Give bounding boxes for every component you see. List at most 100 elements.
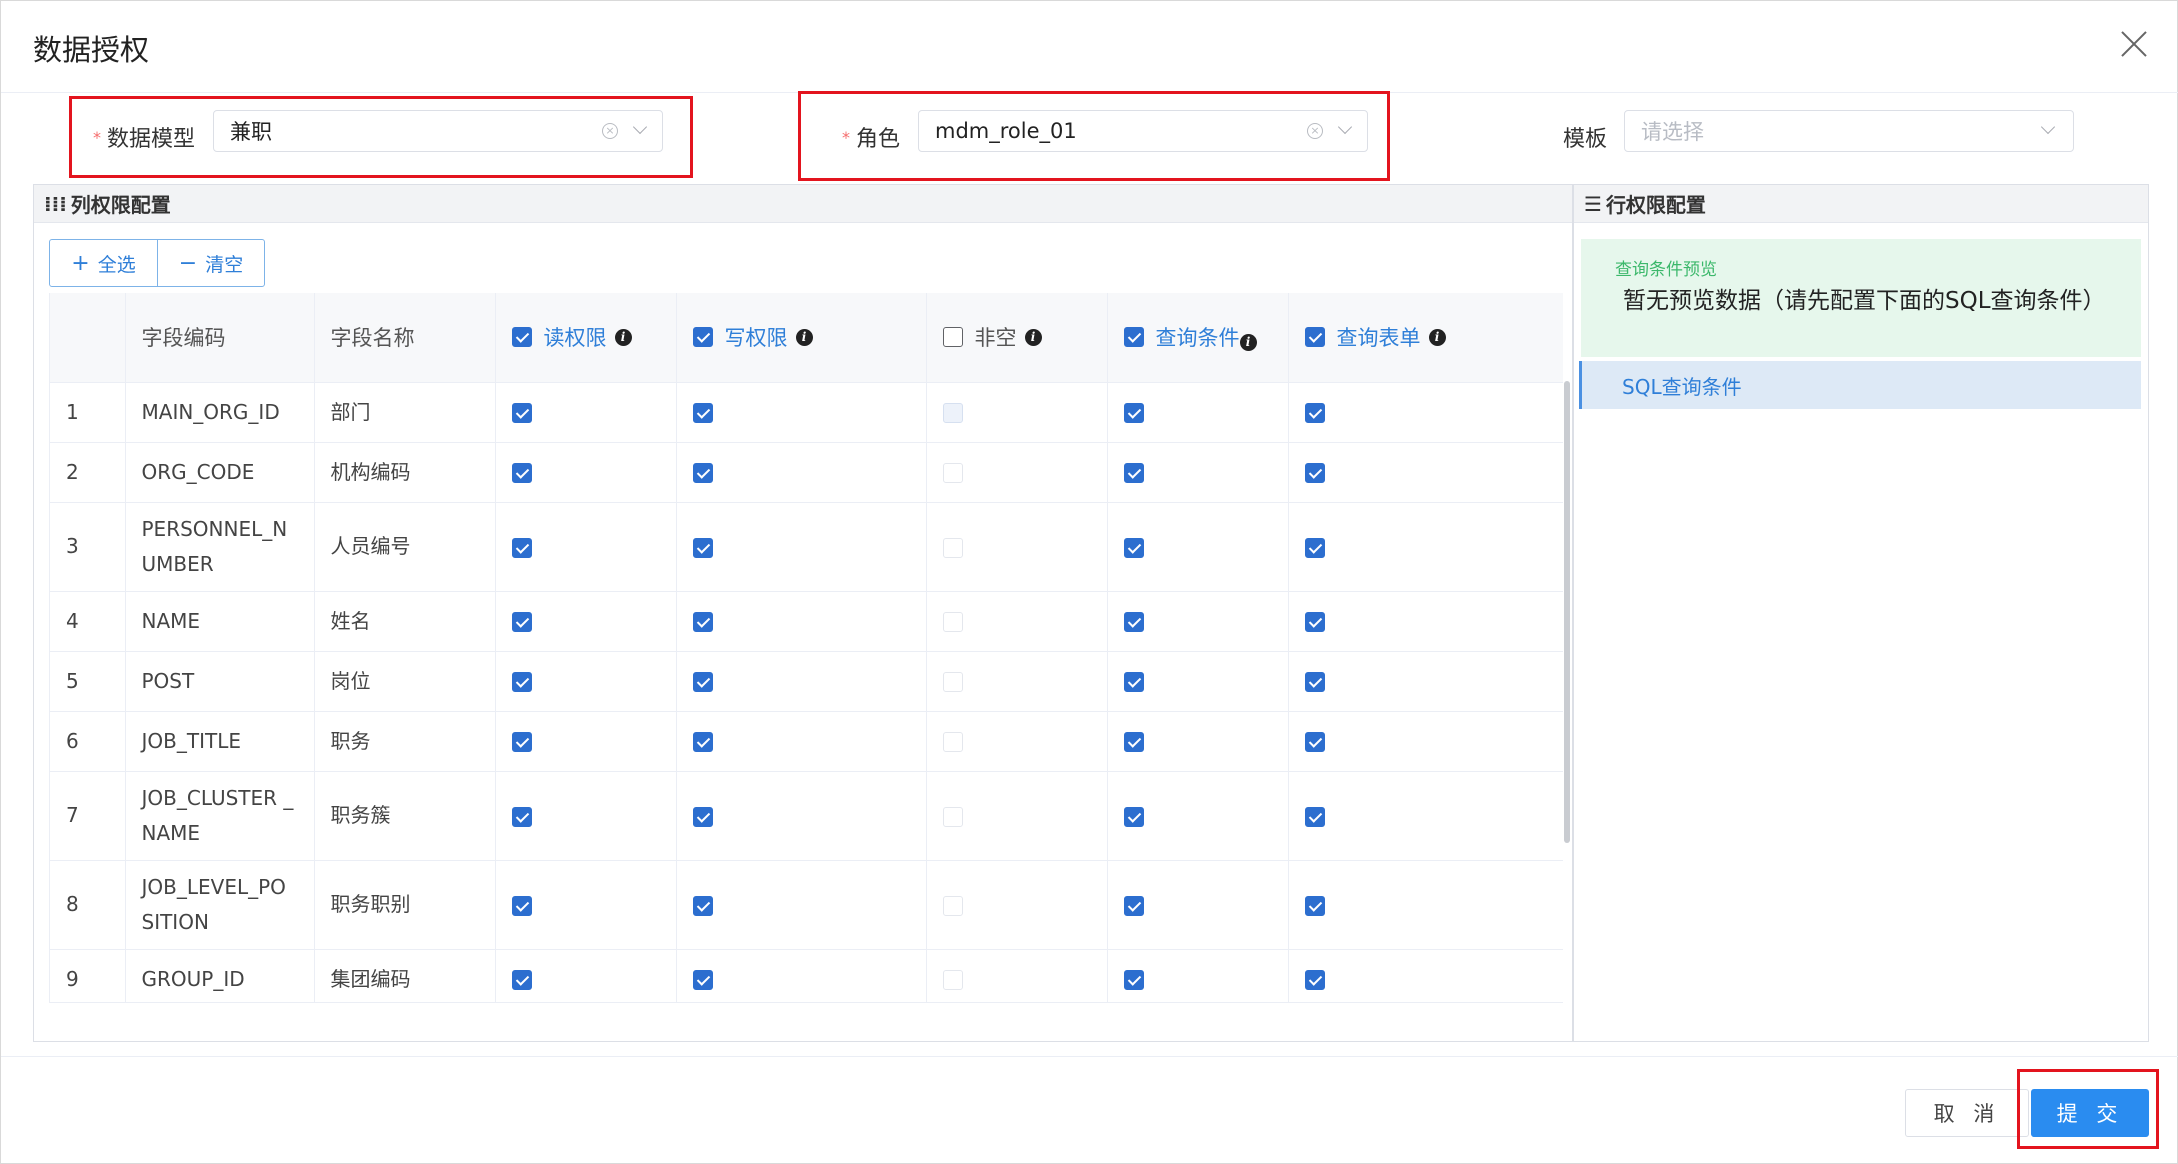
dialog-header: 数据授权 — [1, 1, 2178, 93]
table-row: 1 MAIN_ORG_ID 部门 — [50, 382, 1563, 443]
info-icon[interactable]: i — [1428, 328, 1446, 346]
write-checkbox[interactable] — [692, 612, 713, 632]
query-checkbox[interactable] — [1123, 403, 1144, 423]
query-checkbox[interactable] — [1123, 970, 1144, 990]
form-checkbox[interactable] — [1304, 806, 1325, 827]
info-icon[interactable]: i — [614, 328, 632, 346]
form-checkbox[interactable] — [1304, 403, 1325, 423]
row-write-cell — [676, 860, 927, 950]
write-header-label: 写权限 — [724, 326, 788, 351]
notnull-checkbox — [942, 895, 963, 916]
write-checkbox[interactable] — [692, 970, 713, 990]
query-checkbox[interactable] — [1123, 895, 1144, 916]
table-row: 8 JOB_LEVEL_PO SITION 职务职别 — [50, 860, 1563, 950]
form-checkbox[interactable] — [1304, 970, 1325, 990]
read-all-checkbox[interactable] — [511, 327, 532, 348]
read-checkbox[interactable] — [511, 895, 532, 916]
write-checkbox[interactable] — [692, 895, 713, 916]
write-checkbox[interactable] — [692, 403, 713, 423]
row-read-cell — [495, 771, 677, 861]
header-query-form: 查询表单 i — [1288, 293, 1563, 383]
info-icon[interactable]: i — [1239, 333, 1257, 351]
write-checkbox[interactable] — [692, 463, 713, 483]
close-icon[interactable] — [2113, 25, 2155, 67]
row-form-cell — [1288, 711, 1563, 772]
row-notnull-cell — [926, 442, 1108, 503]
table-row: 4 NAME 姓名 — [50, 591, 1563, 652]
row-query-cell — [1107, 502, 1289, 592]
footer-divider — [1, 1056, 2178, 1057]
row-write-cell — [676, 382, 927, 443]
read-checkbox[interactable] — [511, 970, 532, 990]
header-query: 查询条件 i — [1107, 293, 1289, 383]
row-write-cell — [676, 442, 927, 503]
cancel-button[interactable]: 取 消 — [1905, 1089, 2029, 1137]
row-read-cell — [495, 711, 677, 772]
form-checkbox[interactable] — [1304, 537, 1325, 558]
row-form-cell — [1288, 860, 1563, 950]
header-write: 写权限 i — [676, 293, 927, 383]
form-checkbox[interactable] — [1304, 463, 1325, 483]
row-query-cell — [1107, 860, 1289, 950]
query-checkbox[interactable] — [1123, 463, 1144, 483]
template-placeholder: 请选择 — [1641, 120, 1704, 144]
info-icon[interactable]: i — [795, 328, 813, 346]
read-checkbox[interactable] — [511, 403, 532, 423]
query-checkbox[interactable] — [1123, 672, 1144, 692]
row-field-name: 职务簇 — [314, 771, 496, 861]
notnull-checkbox — [942, 970, 963, 990]
row-form-cell — [1288, 591, 1563, 652]
query-all-checkbox[interactable] — [1123, 327, 1144, 348]
select-all-button[interactable]: + 全选 — [50, 240, 157, 286]
row-field-code: JOB_LEVEL_PO SITION — [125, 860, 315, 950]
row-query-cell — [1107, 711, 1289, 772]
row-notnull-cell — [926, 771, 1108, 861]
highlight-box-submit — [2017, 1069, 2159, 1149]
row-query-cell — [1107, 442, 1289, 503]
template-select[interactable]: 请选择 — [1624, 110, 2074, 152]
column-panel-header: ⁞⁞⁞ 列权限配置 — [34, 185, 1572, 223]
row-read-cell — [495, 591, 677, 652]
write-checkbox[interactable] — [692, 806, 713, 827]
row-read-cell — [495, 651, 677, 712]
clear-button[interactable]: − 清空 — [157, 240, 264, 286]
row-index: 2 — [50, 442, 126, 503]
row-read-cell — [495, 442, 677, 503]
column-bars-icon: ⁞⁞⁞ — [44, 191, 67, 216]
read-checkbox[interactable] — [511, 537, 532, 558]
read-checkbox[interactable] — [511, 612, 532, 632]
minus-icon: − — [178, 250, 198, 276]
write-checkbox[interactable] — [692, 672, 713, 692]
form-checkbox[interactable] — [1304, 895, 1325, 916]
form-all-checkbox[interactable] — [1304, 327, 1325, 348]
query-checkbox[interactable] — [1123, 537, 1144, 558]
form-checkbox[interactable] — [1304, 672, 1325, 692]
row-index: 6 — [50, 711, 126, 772]
template-label-text: 模板 — [1563, 127, 1608, 152]
query-preview-box: 查询条件预览 暂无预览数据（请先配置下面的SQL查询条件） — [1581, 239, 2141, 357]
read-checkbox[interactable] — [511, 672, 532, 692]
preview-label: 查询条件预览 — [1615, 260, 1717, 280]
read-checkbox[interactable] — [511, 806, 532, 827]
row-notnull-cell — [926, 651, 1108, 712]
form-checkbox[interactable] — [1304, 612, 1325, 632]
read-checkbox[interactable] — [511, 732, 532, 752]
row-index: 3 — [50, 502, 126, 592]
row-form-cell — [1288, 651, 1563, 712]
table-scrollbar[interactable] — [1564, 381, 1570, 843]
notnull-all-checkbox[interactable] — [942, 327, 963, 348]
read-checkbox[interactable] — [511, 463, 532, 483]
write-checkbox[interactable] — [692, 537, 713, 558]
query-checkbox[interactable] — [1123, 612, 1144, 632]
write-checkbox[interactable] — [692, 732, 713, 752]
row-field-code: PERSONNEL_N UMBER — [125, 502, 315, 592]
row-read-cell — [495, 502, 677, 592]
table-header-row: 字段编码 字段名称 读权限 i 写权限 i 非空 i 查询条件 i 查询表单 i — [50, 293, 1563, 383]
notnull-checkbox — [942, 403, 963, 423]
form-checkbox[interactable] — [1304, 732, 1325, 752]
query-checkbox[interactable] — [1123, 732, 1144, 752]
sql-query-condition-item[interactable]: SQL查询条件 — [1579, 361, 2141, 409]
query-checkbox[interactable] — [1123, 806, 1144, 827]
write-all-checkbox[interactable] — [692, 327, 713, 348]
info-icon[interactable]: i — [1024, 328, 1042, 346]
